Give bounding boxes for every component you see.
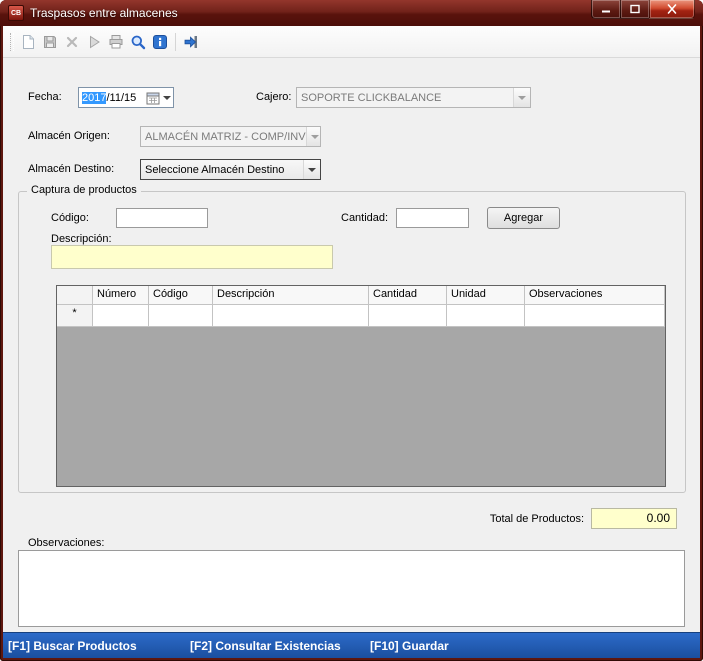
fecha-year-segment[interactable]: 2017 — [82, 91, 107, 104]
app-icon: CB — [8, 5, 24, 21]
statusbar-f10-guardar: [F10] Guardar — [370, 639, 449, 653]
close-button[interactable] — [649, 0, 695, 19]
almacen-destino-arrow-box[interactable] — [303, 160, 320, 179]
grid-header-codigo: Código — [149, 286, 213, 305]
grid-header-numero: Número — [93, 286, 149, 305]
grid-header-cantidad: Cantidad — [369, 286, 447, 305]
grid-header-row-selector — [57, 286, 93, 305]
codigo-label: Código: — [51, 212, 89, 224]
grid-cell-numero[interactable] — [93, 305, 149, 327]
grid-header-observaciones: Observaciones — [525, 286, 665, 305]
maximize-icon — [630, 4, 640, 14]
almacen-origen-arrow-box — [305, 127, 320, 146]
app-window: CB Traspasos entre almacenes Fecha: 2017… — [0, 0, 703, 661]
grid-cell-observaciones[interactable] — [525, 305, 665, 327]
delete-icon — [66, 36, 78, 47]
observaciones-label: Observaciones: — [28, 537, 105, 549]
grid-cell-cantidad[interactable] — [369, 305, 447, 327]
total-productos-value: 0.00 — [591, 508, 677, 529]
almacen-destino-label: Almacén Destino: — [28, 163, 115, 175]
print-icon — [109, 34, 123, 48]
info-button[interactable] — [150, 31, 170, 53]
grid-cell-codigo[interactable] — [149, 305, 213, 327]
print-button[interactable] — [106, 31, 126, 53]
cajero-arrow-box — [513, 88, 530, 107]
grid-header-descripcion: Descripción — [213, 286, 369, 305]
run-button[interactable] — [84, 31, 104, 53]
maximize-button[interactable] — [621, 0, 649, 19]
cajero-label: Cajero: — [256, 91, 292, 103]
almacen-destino-dropdown-arrow-icon — [308, 167, 316, 172]
window-controls — [591, 0, 695, 19]
grid-header-row: Número Código Descripción Cantidad Unida… — [57, 286, 665, 305]
exit-button[interactable] — [181, 31, 201, 53]
almacen-destino-value: Seleccione Almacén Destino — [145, 163, 285, 176]
fecha-dropdown-arrow-icon[interactable] — [163, 95, 171, 100]
codigo-input[interactable] — [116, 208, 208, 228]
grid-header-unidad: Unidad — [447, 286, 525, 305]
descripcion-readonly-field — [51, 245, 333, 269]
window-title: Traspasos entre almacenes — [30, 6, 178, 20]
almacen-origen-value: ALMACÉN MATRIZ - COMP/INV — [145, 130, 306, 143]
statusbar-f1-buscar-productos: [F1] Buscar Productos — [8, 639, 137, 653]
almacen-origen-label: Almacén Origen: — [28, 130, 110, 142]
search-icon — [131, 35, 146, 49]
total-productos-label: Total de Productos: — [489, 513, 584, 525]
toolbar — [3, 26, 700, 58]
run-icon — [90, 35, 100, 48]
minimize-icon — [602, 10, 610, 13]
cajero-dropdown-arrow-icon — [518, 95, 526, 100]
descripcion-label: Descripción: — [51, 233, 112, 245]
toolbar-separator — [175, 32, 176, 51]
grid-new-row-selector[interactable]: * — [57, 305, 93, 327]
fecha-rest-segment[interactable]: /11/15 — [106, 92, 136, 104]
grid-new-row[interactable]: * — [57, 305, 665, 327]
captura-group-legend: Captura de productos — [27, 184, 141, 196]
toolbar-grip — [10, 32, 14, 51]
observaciones-textarea[interactable] — [18, 550, 685, 627]
grid-cell-unidad[interactable] — [447, 305, 525, 327]
save-button[interactable] — [40, 31, 60, 53]
captura-de-productos-group: Captura de productos Código: Cantidad: A… — [18, 184, 686, 493]
agregar-button[interactable]: Agregar — [487, 207, 560, 229]
close-icon — [667, 4, 677, 14]
save-icon — [44, 35, 56, 48]
fecha-label: Fecha: — [28, 91, 62, 103]
calendar-icon[interactable] — [146, 91, 160, 105]
new-document-button[interactable] — [18, 31, 38, 53]
new-document-icon — [23, 34, 34, 49]
statusbar: [F1] Buscar Productos [F2] Consultar Exi… — [3, 632, 700, 658]
fecha-datepicker[interactable]: 2017/11/15 — [78, 87, 174, 108]
exit-icon — [184, 35, 197, 48]
delete-button[interactable] — [62, 31, 82, 53]
cantidad-input[interactable] — [396, 208, 469, 228]
almacen-destino-combo[interactable]: Seleccione Almacén Destino — [140, 159, 321, 180]
statusbar-f2-consultar-existencias: [F2] Consultar Existencias — [190, 639, 341, 653]
cajero-combo: SOPORTE CLICKBALANCE — [296, 87, 531, 108]
cantidad-label: Cantidad: — [341, 212, 389, 224]
grid-empty-area — [57, 327, 665, 486]
cajero-value: SOPORTE CLICKBALANCE — [301, 91, 442, 104]
minimize-button[interactable] — [591, 0, 621, 19]
almacen-origen-combo: ALMACÉN MATRIZ - COMP/INV — [140, 126, 321, 147]
search-button[interactable] — [128, 31, 148, 53]
grid-cell-descripcion[interactable] — [213, 305, 369, 327]
products-grid[interactable]: Número Código Descripción Cantidad Unida… — [56, 285, 666, 487]
info-icon — [153, 34, 167, 49]
almacen-origen-dropdown-arrow-icon — [310, 134, 319, 139]
